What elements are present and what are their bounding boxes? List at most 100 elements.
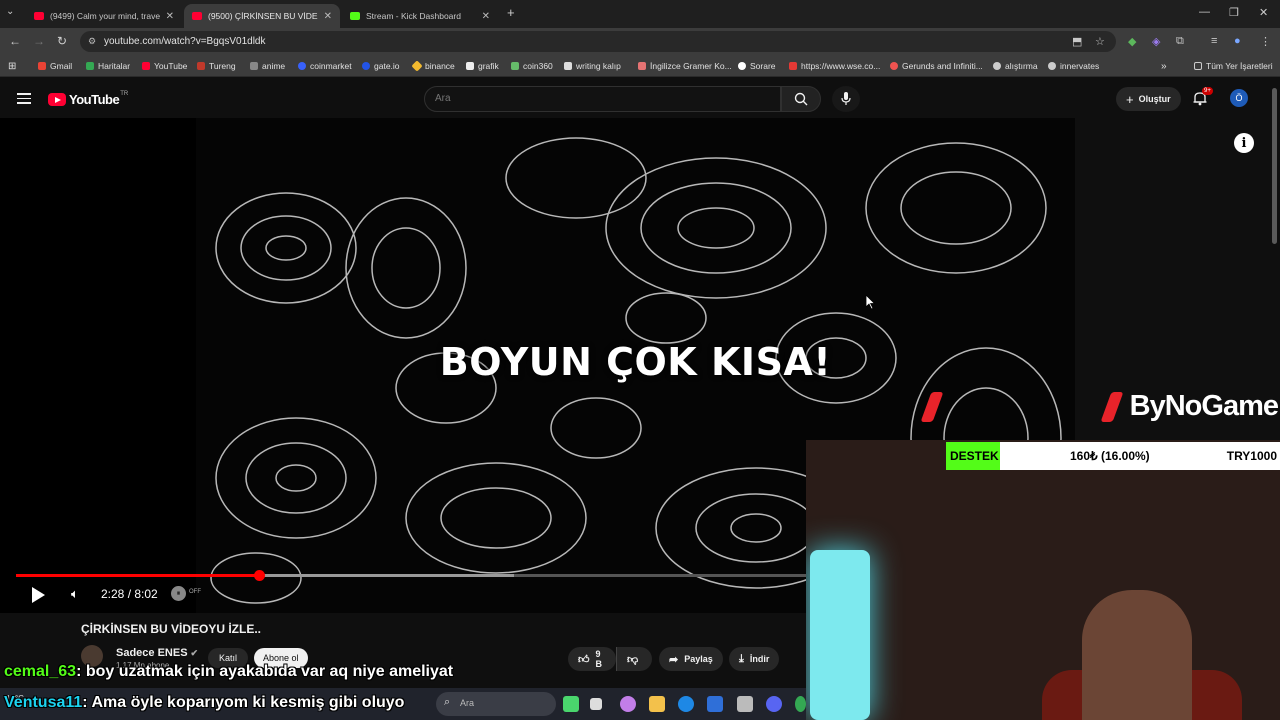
minimize-icon[interactable]: — [1199,6,1210,18]
dislike-button[interactable]: 👎︎ [616,647,652,671]
bookmark-item[interactable]: coinmarket [298,61,352,71]
browser-tab-active[interactable]: (9500) ÇİRKİNSEN BU VİDEOYU ✕ [184,4,340,28]
bookmark-item[interactable]: İngilizce Gramer Ko... [638,61,732,71]
taskbar-search[interactable]: ⌕ Ara [436,692,556,716]
store-icon[interactable] [707,696,723,712]
info-icon[interactable]: i [1234,133,1254,153]
youtube-logo[interactable]: YouTube TR [48,91,128,107]
search-box[interactable] [424,86,781,112]
channel-name[interactable]: Sadece ENES ✔ [116,647,198,659]
browser-tab[interactable]: (9499) Calm your mind, travele ✕ [26,4,182,28]
play-icon[interactable] [32,587,45,603]
tureng-icon [197,62,205,70]
video-progress-bar[interactable] [16,570,806,581]
chat-username: Ventusa11 [4,694,83,711]
bookmark-star-icon[interactable]: ☆ [1095,35,1105,48]
chat-text: : Ama öyle koparıyom ki kesmiş gibi oluy… [82,694,405,711]
bookmark-item[interactable]: writing kalıp [564,61,621,71]
coinmarket-icon [298,62,306,70]
bookmark-label: Gerunds and Infiniti... [902,61,983,71]
bookmark-item[interactable]: alıştırma [993,61,1038,71]
search-input[interactable] [435,93,735,104]
create-label: Oluştur [1138,94,1171,104]
file-explorer-icon[interactable] [649,696,665,712]
extension-shield-icon[interactable]: ◈ [1152,35,1160,48]
create-button[interactable]: + Oluştur [1116,87,1181,111]
apps-grid-icon[interactable]: ⊞ [8,61,16,72]
media-control-icon[interactable]: ≡ [1211,35,1217,47]
scrubber-handle[interactable] [253,570,265,581]
share-button[interactable]: ➦ Paylaş [659,647,723,671]
taskbar-app-icon[interactable] [563,696,579,712]
more-bookmarks-chevron-icon[interactable]: » [1161,61,1167,72]
discord-icon[interactable] [766,696,782,712]
menu-kebab-icon[interactable]: ⋮ [1260,35,1271,48]
volume-icon[interactable]: 🔈︎ [71,586,79,602]
thumbs-down-icon: 👎︎ [627,653,639,666]
address-bar[interactable]: ⚙ youtube.com/watch?v=BgqsV01dldk [80,31,1116,52]
bookmark-item[interactable]: gate.io [362,61,400,71]
user-avatar[interactable]: Ö [1230,89,1248,107]
bookmark-item[interactable]: binance [411,60,455,72]
bookmark-item[interactable]: Sorare [738,61,776,71]
hamburger-menu-icon[interactable] [17,93,31,104]
bookmark-item[interactable]: anime [250,61,285,71]
back-icon[interactable]: ← [9,34,21,48]
bookmark-item[interactable]: Tureng [197,61,236,71]
new-tab-icon[interactable]: + [507,5,515,20]
install-app-icon[interactable]: ⬒ [1072,35,1082,48]
bookmark-item[interactable]: grafik [466,61,499,71]
site-info-icon[interactable]: ⚙ [88,36,96,47]
bookmark-item[interactable]: YouTube [142,61,187,71]
logo-wordmark: YouTube [69,92,120,107]
bookmark-item[interactable]: Gmail [38,61,72,71]
download-button[interactable]: ⤓ İndir [729,647,780,671]
globe-icon [993,62,1001,70]
close-window-icon[interactable]: ✕ [1259,6,1268,19]
anime-icon [250,62,258,70]
bookmark-item[interactable]: https://www.wse.co... [789,61,880,71]
autoplay-knob-icon: ⏸︎ [171,586,186,601]
copilot-icon[interactable] [620,696,636,712]
bookmark-label: Tureng [209,61,236,71]
forward-icon[interactable]: → [33,34,45,48]
calculator-icon[interactable] [737,696,753,712]
bookmark-item[interactable]: innervates [1048,61,1099,71]
voice-search-button[interactable] [832,86,860,112]
like-button[interactable]: 👍︎ 9 B [568,647,616,671]
notifications-button[interactable]: 9+ [1193,87,1213,111]
wse-icon [789,62,797,70]
bookmark-label: Sorare [750,61,776,71]
search-button[interactable] [781,86,821,112]
played-bar [16,574,259,577]
task-view-icon[interactable] [590,698,602,710]
profile-icon[interactable]: ● [1234,35,1241,47]
extension-icon[interactable]: ◆ [1128,35,1136,48]
close-tab-icon[interactable]: ✕ [324,11,332,22]
notification-badge: 9+ [1202,87,1213,95]
bookmark-label: alıştırma [1005,61,1038,71]
donation-target: TRY1000 [1226,449,1277,463]
browser-tab-strip: ⌄ (9499) Calm your mind, travele ✕ (9500… [0,0,1280,28]
bookmark-item[interactable]: coin360 [511,61,553,71]
browser-tab[interactable]: Stream - Kick Dashboard ✕ [342,4,498,28]
channel-name-text: Sadece ENES [116,647,188,659]
chrome-icon[interactable] [795,696,806,712]
streamer-head [1082,590,1192,720]
page-scrollbar[interactable] [1272,88,1277,244]
sponsor-brand-text: ByNoGame [1129,390,1279,422]
restore-icon[interactable]: ❐ [1229,6,1239,19]
close-tab-icon[interactable]: ✕ [166,11,174,22]
edge-icon[interactable] [678,696,694,712]
reload-icon[interactable]: ↻ [57,34,67,48]
player-controls: 🔈︎ 2:28 / 8:02 ⏸︎ OFF [0,582,806,608]
all-bookmarks-folder[interactable]: Tüm Yer İşaretleri [1194,61,1273,71]
extensions-puzzle-icon[interactable]: ⧉ [1176,35,1184,48]
autoplay-toggle[interactable]: ⏸︎ OFF [171,586,203,601]
bookmark-item[interactable]: Gerunds and Infiniti... [890,61,983,71]
bookmark-label: anime [262,61,286,71]
tab-search-chevron-icon[interactable]: ⌄ [6,6,14,17]
bookmark-item[interactable]: Haritalar [86,61,130,71]
gmail-icon [38,62,46,70]
close-tab-icon[interactable]: ✕ [482,11,490,22]
